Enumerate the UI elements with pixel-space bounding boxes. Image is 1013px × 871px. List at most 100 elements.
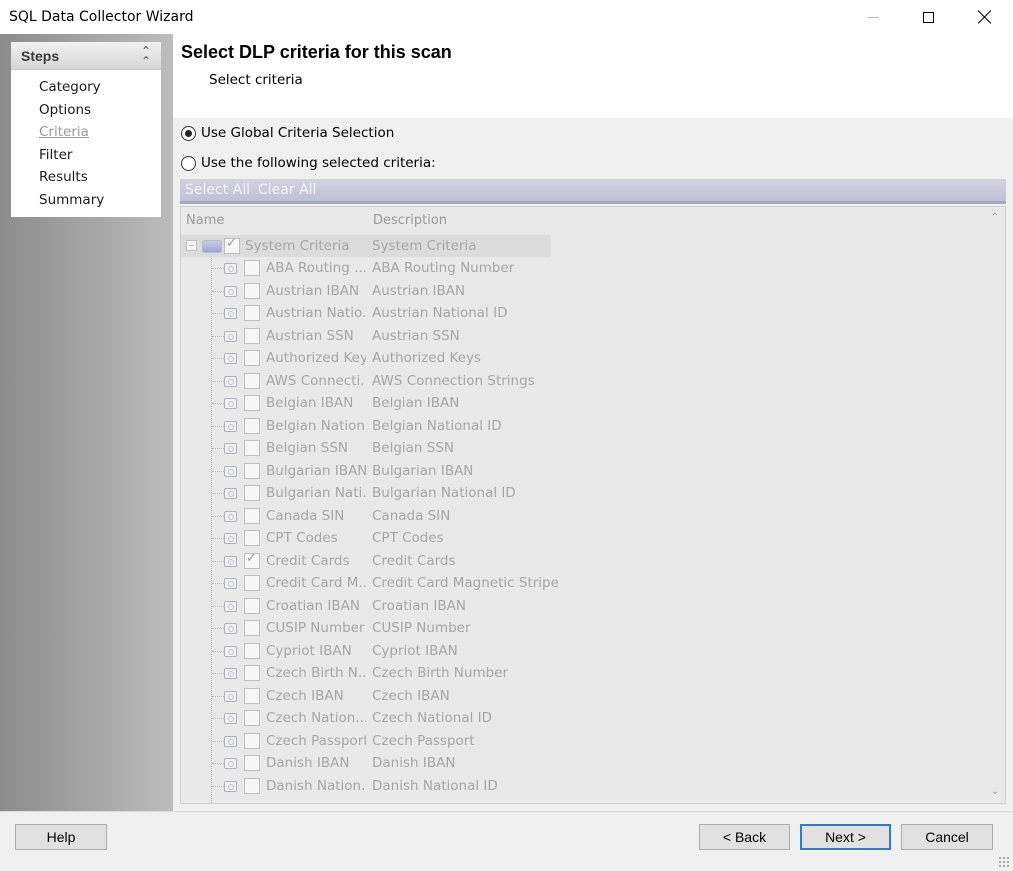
folder-icon <box>202 240 222 253</box>
select-all-link[interactable]: Select All <box>185 182 250 198</box>
item-checkbox[interactable] <box>244 687 260 704</box>
tree-item-row[interactable]: Czech Birth N... Czech Birth Number <box>181 662 551 684</box>
tree-item-row[interactable]: Belgian IBAN Belgian IBAN <box>181 392 551 414</box>
criteria-icon <box>221 531 239 545</box>
item-checkbox[interactable] <box>244 507 260 524</box>
step-item-filter[interactable]: Filter <box>39 144 161 167</box>
item-checkbox[interactable] <box>244 260 260 276</box>
item-checkbox[interactable] <box>244 777 260 794</box>
item-description: ABA Routing Number <box>372 260 515 276</box>
item-name: Bulgarian Nati... <box>266 485 366 501</box>
tree-item-row[interactable]: Authorized Keys Authorized Keys <box>181 347 551 369</box>
item-checkbox[interactable] <box>244 755 260 771</box>
item-checkbox[interactable] <box>244 575 260 591</box>
criteria-icon <box>221 666 239 680</box>
step-item-results[interactable]: Results <box>39 166 161 189</box>
global-criteria-option[interactable]: Use Global Criteria Selection <box>181 125 394 141</box>
next-button[interactable]: Next > <box>800 824 891 850</box>
item-checkbox[interactable] <box>244 417 260 434</box>
selected-criteria-option[interactable]: Use the following selected criteria: <box>181 155 436 171</box>
item-description: Credit Cards <box>372 552 456 569</box>
criteria-content: Use Global Criteria Selection Use the fo… <box>173 118 1013 811</box>
selected-criteria-label: Use the following selected criteria: <box>201 155 436 171</box>
close-button[interactable] <box>957 0 1013 34</box>
tree-item-row[interactable]: Bulgarian IBAN Bulgarian IBAN <box>181 460 551 482</box>
item-checkbox[interactable] <box>244 327 260 344</box>
criteria-icon <box>221 576 239 590</box>
tree-item-row[interactable]: CPT Codes CPT Codes <box>181 527 551 549</box>
scroll-up-icon[interactable]: ⌃ <box>985 209 1005 227</box>
page-subtitle: Select criteria <box>209 72 303 88</box>
back-button[interactable]: < Back <box>699 824 790 850</box>
tree-item-row[interactable]: Belgian Nation... Belgian National ID <box>181 415 551 437</box>
resize-grip-icon[interactable] <box>998 856 1010 868</box>
tree-item-row[interactable]: Credit Card M... Credit Card Magnetic Str… <box>181 572 559 594</box>
tree-item-row[interactable]: Belgian SSN Belgian SSN <box>181 437 551 459</box>
item-checkbox[interactable] <box>244 372 260 389</box>
item-checkbox[interactable] <box>244 350 260 366</box>
item-checkbox[interactable] <box>244 530 260 546</box>
item-checkbox[interactable] <box>244 462 260 479</box>
steps-box: Steps ⌃ ⌃ Category Options Criteria Filter Re… <box>11 42 161 217</box>
root-checkbox[interactable]: ✓ <box>224 236 240 254</box>
minimize-button[interactable] <box>845 0 901 34</box>
item-description: AWS Connection Strings <box>372 372 535 389</box>
step-item-criteria[interactable]: Criteria <box>39 121 161 144</box>
tree-root-row[interactable]: ✓ System Criteria System Criteria <box>181 235 551 257</box>
tree-item-row[interactable]: Austrian IBAN Austrian IBAN <box>181 280 551 302</box>
item-name: Austrian SSN <box>266 327 354 344</box>
tree-item-row[interactable]: Croatian IBAN Croatian IBAN <box>181 595 551 617</box>
item-checkbox[interactable] <box>244 440 260 456</box>
item-description: Canada SIN <box>372 507 451 524</box>
tree-item-row[interactable]: Czech Nation... Czech National ID <box>181 707 551 729</box>
item-name: AWS Connecti... <box>266 372 366 389</box>
tree-item-row[interactable]: Austrian SSN Austrian SSN <box>181 325 551 347</box>
tree-item-row[interactable]: AWS Connecti... AWS Connection Strings <box>181 370 551 392</box>
item-checkbox[interactable] <box>244 395 260 411</box>
help-button[interactable]: Help <box>15 824 107 850</box>
tree-item-row[interactable]: Danish IBAN Danish IBAN <box>181 752 551 774</box>
cancel-button[interactable]: Cancel <box>901 824 993 850</box>
tree-item-row[interactable]: Canada SIN Canada SIN <box>181 505 551 527</box>
tree-item-row[interactable]: Czech IBAN Czech IBAN <box>181 685 551 707</box>
tree-item-row[interactable]: Czech Passport Czech Passport <box>181 730 551 752</box>
item-name: ABA Routing ... <box>266 260 366 276</box>
item-checkbox[interactable] <box>244 732 260 749</box>
item-checkbox[interactable] <box>244 597 260 614</box>
clear-all-link[interactable]: Clear All <box>258 182 316 198</box>
step-item-options[interactable]: Options <box>39 99 161 122</box>
tree-item-row[interactable]: Bulgarian Nati... Bulgarian National ID <box>181 482 551 504</box>
tree-item-row[interactable]: Danish Nation... Danish National ID <box>181 775 551 797</box>
item-description: Croatian IBAN <box>372 597 466 614</box>
item-checkbox[interactable] <box>244 305 260 321</box>
item-checkbox[interactable] <box>244 710 260 726</box>
step-item-category[interactable]: Category <box>39 76 161 99</box>
item-checkbox[interactable] <box>244 665 260 681</box>
tree-item-row[interactable]: Cypriot IBAN Cypriot IBAN <box>181 640 551 662</box>
tree-item-row[interactable]: CUSIP Number CUSIP Number <box>181 617 551 639</box>
criteria-tree[interactable]: Name Description ✓ System Criteria Syste… <box>180 206 1006 804</box>
item-checkbox[interactable] <box>244 282 260 299</box>
steps-header[interactable]: Steps ⌃ ⌃ <box>11 42 161 70</box>
column-header-description[interactable]: Description <box>373 213 447 228</box>
column-header-name[interactable]: Name <box>186 213 224 228</box>
item-checkbox[interactable] <box>244 485 260 501</box>
tree-item-row[interactable]: Austrian Natio... Austrian National ID <box>181 302 551 324</box>
criteria-icon <box>221 509 239 523</box>
collapse-node-icon[interactable] <box>186 240 197 251</box>
step-item-summary[interactable]: Summary <box>39 189 161 212</box>
item-checkbox[interactable] <box>244 642 260 659</box>
item-description: Cypriot IBAN <box>372 642 458 659</box>
global-criteria-radio[interactable] <box>181 125 196 141</box>
criteria-icon <box>221 464 239 478</box>
tree-item-row[interactable]: ✓ Credit Cards Credit Cards <box>181 550 551 572</box>
item-checkbox[interactable] <box>244 620 260 636</box>
collapse-icon[interactable]: ⌃ ⌃ <box>141 45 151 67</box>
selected-criteria-radio[interactable] <box>181 155 196 171</box>
maximize-button[interactable] <box>900 0 956 34</box>
tree-item-row[interactable]: ABA Routing ... ABA Routing Number <box>181 257 551 279</box>
vertical-scrollbar[interactable]: ⌃ ⌄ <box>985 207 1005 803</box>
item-checkbox[interactable]: ✓ <box>244 551 260 569</box>
scroll-down-icon[interactable]: ⌄ <box>985 783 1005 801</box>
root-description: System Criteria <box>372 238 477 254</box>
